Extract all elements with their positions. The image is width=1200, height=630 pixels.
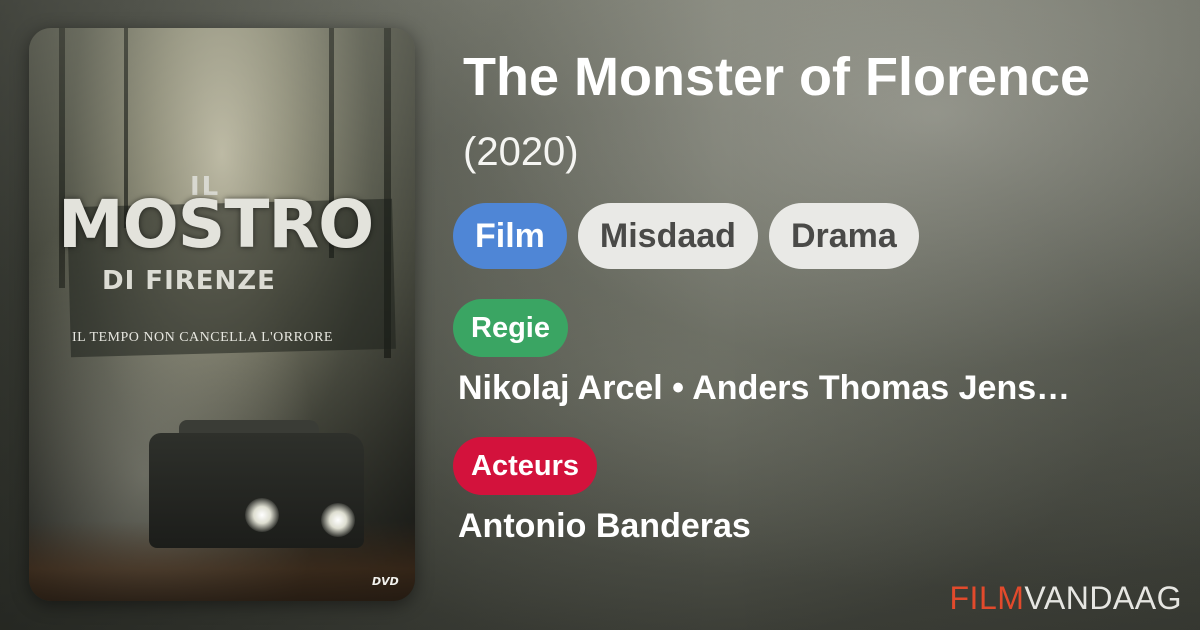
logo-vandaag: VANDAAG [1024,580,1182,616]
poster-title-firenze: DI FIRENZE [102,266,276,296]
chip-drama[interactable]: Drama [768,203,919,269]
actor-names: Antonio Banderas [458,507,751,545]
filmvandaag-logo[interactable]: FILMVANDAAG [950,580,1183,617]
poster-tagline: IL TEMPO NON CANCELLA L'ORRORE [72,330,333,345]
regie-badge: Regie [453,299,568,357]
poster-title-mostro: MOSTRO [58,186,374,263]
movie-title: The Monster of Florence (2020) [463,42,1103,187]
movie-title-text: The Monster of Florence [463,47,1091,107]
logo-film: FILM [949,580,1025,616]
chip-misdaad[interactable]: Misdaad [577,203,758,269]
director-names: Nikolaj Arcel • Anders Thomas Jens… [458,369,1071,407]
movie-year: (2020) [463,130,579,174]
actors-badge: Acteurs [453,437,597,495]
dvd-logo: DVD [372,575,399,588]
movie-poster [29,28,415,601]
category-chips: Film Misdaad Drama [453,203,919,269]
chip-film[interactable]: Film [453,203,567,269]
